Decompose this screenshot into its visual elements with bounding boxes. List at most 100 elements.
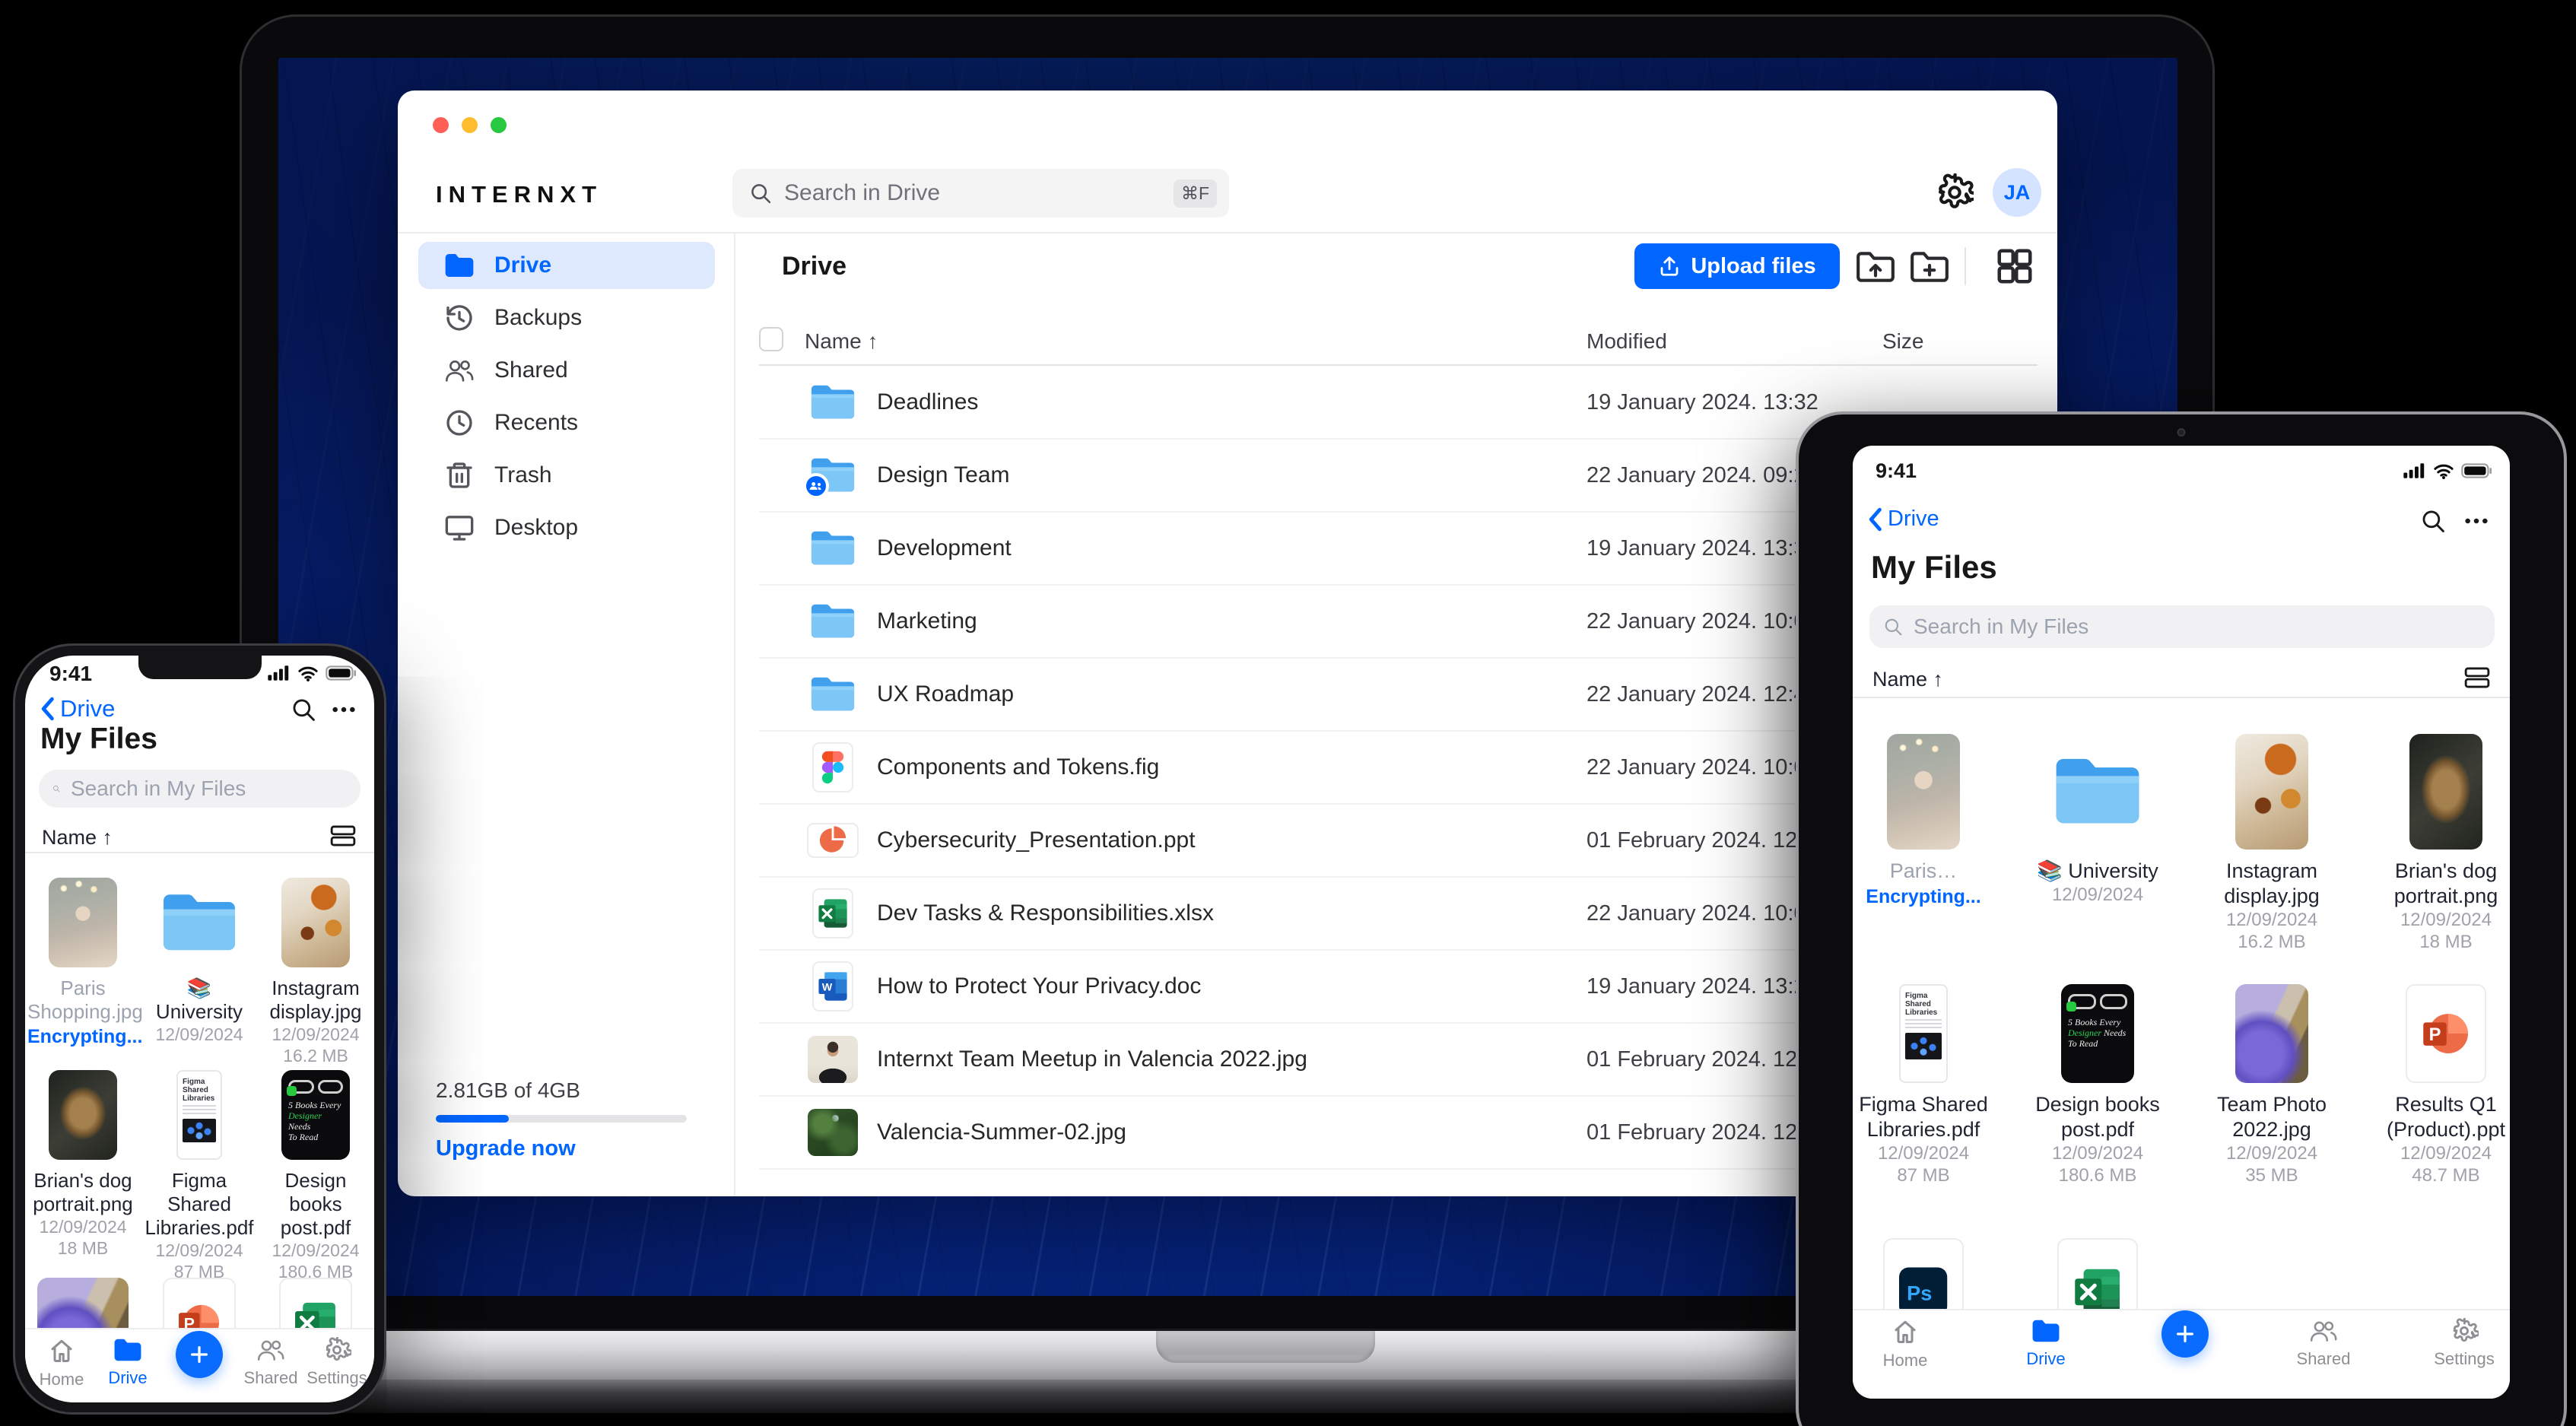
add-button[interactable] (176, 1331, 223, 1378)
file-modified: 01 February 2024. 12:3 (1587, 1120, 1816, 1145)
tab-drive[interactable]: Drive (82, 1337, 173, 1388)
sidebar-item-label: Desktop (494, 515, 579, 540)
upgrade-link[interactable]: Upgrade now (436, 1136, 576, 1161)
file-icon-cell (806, 513, 859, 584)
column-header-modified[interactable]: Modified (1587, 329, 1667, 354)
sort-by-name[interactable]: Name ↑ (42, 826, 113, 850)
thumbnail-box (260, 878, 371, 967)
grid-item-figma-shared-libraries-pdf[interactable]: Figma Shared Libraries Figma Shared Librar… (144, 1070, 255, 1282)
screen-title: My Files (40, 723, 157, 755)
drive-search-input[interactable] (783, 179, 1174, 207)
folder-fill-icon (444, 250, 475, 281)
upload-folder-button[interactable] (1855, 246, 1896, 287)
search-icon[interactable] (2420, 508, 2446, 534)
sidebar-item-shared[interactable]: Shared (418, 347, 715, 394)
pdf-preview-thumbnail: Figma Shared Libraries (176, 1070, 222, 1160)
status-icons (2403, 462, 2493, 479)
chevron-left-icon (1866, 507, 1883, 532)
grid-item-brian-s-dog-portrait-png[interactable]: Brian's dog portrait.png 12/09/2024 18 MB (2377, 734, 2510, 953)
file-name: Internxt Team Meetup in Valencia 2022.jp… (877, 1046, 1307, 1072)
grid-item-instagram-display-jpg[interactable]: Instagram display.jpg 12/09/2024 16.2 MB (260, 878, 371, 1066)
list-view-icon[interactable] (2464, 666, 2490, 689)
my-files-search-input[interactable] (1912, 614, 2481, 640)
file-name: Cybersecurity_Presentation.ppt (877, 827, 1196, 853)
grid-item-team-photo-2022-jpg[interactable]: Team Photo 2022.jpg 12/09/2024 35 MB (2203, 984, 2341, 1186)
search-bar[interactable] (39, 770, 361, 808)
thumbnail-box: 5 Books Every Designer Needs To Read (260, 1070, 371, 1160)
grid-item-university[interactable]: 📚 University 12/09/2024 (2028, 734, 2167, 906)
new-folder-button[interactable] (1909, 246, 1950, 287)
tab-bar: Home Drive Shared Settings (1853, 1309, 2510, 1399)
my-files-search-input[interactable] (69, 776, 347, 802)
file-name: display.jpg (2224, 885, 2320, 907)
grid-item-caption: Brian's dog portrait.png 12/09/2024 18 MB (2377, 859, 2510, 953)
tab-home[interactable]: Home (1860, 1318, 1951, 1370)
iphone-notch (138, 656, 262, 679)
file-modified: 01 February 2024. 12:3 (1587, 1047, 1816, 1072)
back-button[interactable]: Drive (1866, 507, 1939, 532)
file-name: portrait.png (33, 1193, 133, 1215)
tab-shared[interactable]: Shared (2278, 1318, 2369, 1369)
grid-item-university[interactable]: 📚 University 12/09/2024 (144, 878, 255, 1045)
search-shortcut-badge: ⌘F (1173, 179, 1217, 208)
sidebar-item-label: Drive (494, 252, 552, 278)
ipad-device: 9:41 Drive My Files Name ↑ (1796, 411, 2567, 1426)
grid-item-brian-s-dog-portrait-png[interactable]: Brian's dog portrait.png 12/09/2024 18 MB (27, 1070, 138, 1259)
file-name: Design books (284, 1169, 347, 1215)
search-icon (52, 779, 60, 799)
svg-text:W: W (822, 982, 833, 994)
column-header-name[interactable]: Name ↑ (805, 329, 878, 354)
avatar[interactable]: JA (1993, 168, 2041, 217)
front-camera (2177, 428, 2186, 437)
file-name: Paris (60, 977, 106, 999)
sort-arrow-icon: ↑ (867, 329, 878, 353)
file-name: Figma Shared (1859, 1093, 1988, 1116)
column-header-size[interactable]: Size (1882, 329, 1923, 354)
list-view-icon[interactable] (330, 824, 356, 847)
grid-item-paris[interactable]: Paris… Encrypting... (1854, 734, 1993, 910)
trash-icon (444, 460, 475, 491)
grid-item-instagram-display-jpg[interactable]: Instagram display.jpg 12/09/2024 16.2 MB (2203, 734, 2341, 953)
grid-view-button[interactable] (1994, 246, 2035, 287)
search-icon[interactable] (291, 697, 316, 723)
settings-gear-button[interactable] (1936, 173, 1978, 211)
grid-item-results-q1-product-ppt[interactable]: P Results Q1 (Product).ppt 12/09/2024 48.7 M… (2377, 984, 2510, 1186)
folder-icon (809, 383, 856, 421)
sidebar-item-drive[interactable]: Drive (418, 242, 715, 289)
thumbnail-box (2028, 734, 2167, 850)
file-name: How to Protect Your Privacy.doc (877, 973, 1202, 999)
upload-files-button[interactable]: Upload files (1634, 243, 1840, 289)
grid-item-paris-shopping-jpg[interactable]: Paris Shopping.jpg Encrypting... (27, 878, 143, 1050)
sidebar-item-backups[interactable]: Backups (418, 294, 715, 341)
select-all-checkbox[interactable] (759, 327, 783, 351)
drive-search-bar[interactable]: ⌘F (732, 169, 1229, 218)
more-options-icon[interactable] (2463, 508, 2490, 534)
grid-item-figma-shared-libraries-pdf[interactable]: Figma Shared Libraries Figma Shared Librar… (1854, 984, 1993, 1186)
file-modified: 19 January 2024. 13:34 (1587, 536, 1818, 561)
file-modified: 22 January 2024. 12:44 (1587, 682, 1818, 707)
grid-item-design-books-post-pdf[interactable]: 5 Books Every Designer Needs To Read Design… (260, 1070, 371, 1282)
back-button[interactable]: Drive (39, 695, 115, 723)
scene: INTERNXT ⌘F JA Drive Backups Shared Recents… (0, 0, 2576, 1426)
file-name: Marketing (877, 608, 977, 634)
tab-settings[interactable]: Settings (291, 1337, 374, 1388)
tab-label: Settings (2434, 1349, 2495, 1368)
tab-settings[interactable]: Settings (2419, 1318, 2510, 1369)
iphone-device: 9:41 Drive My Files Name ↑ (13, 643, 386, 1415)
plus-icon (188, 1343, 211, 1366)
folder-icon (160, 892, 239, 954)
window-close-button[interactable] (433, 117, 449, 133)
sort-by-name[interactable]: Name ↑ (1872, 668, 1943, 691)
sidebar-item-trash[interactable]: Trash (418, 452, 715, 499)
window-minimize-button[interactable] (462, 117, 478, 133)
window-zoom-button[interactable] (491, 117, 507, 133)
grid-item-design-books-post-pdf[interactable]: 5 Books Every Designer Needs To Read Design… (2028, 984, 2167, 1186)
grid-item-caption: Brian's dog portrait.png 12/09/2024 18 MB (27, 1169, 138, 1259)
ppt-icon: P (2406, 984, 2486, 1083)
tab-drive[interactable]: Drive (2000, 1318, 2092, 1369)
sidebar-item-recents[interactable]: Recents (418, 399, 715, 446)
add-button[interactable] (2161, 1310, 2209, 1358)
more-options-icon[interactable] (330, 697, 357, 723)
search-bar[interactable] (1869, 605, 2495, 648)
sidebar-item-desktop[interactable]: Desktop (418, 504, 715, 551)
